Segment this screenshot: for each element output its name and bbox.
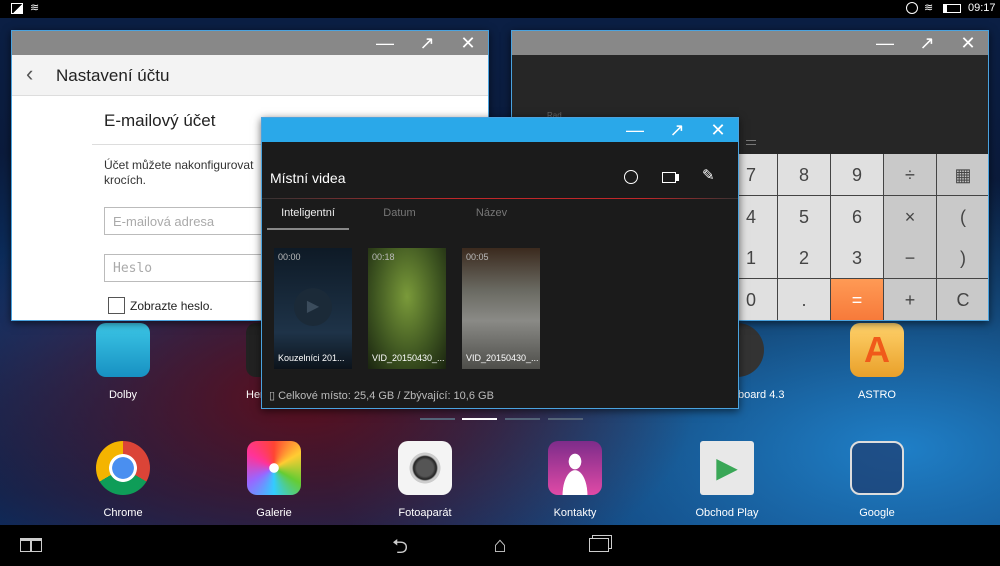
calc-key[interactable]: 8	[778, 154, 831, 196]
calc-key[interactable]: 9	[831, 154, 884, 196]
wifi-icon: ≋	[924, 2, 934, 14]
clock: 09:17	[968, 2, 996, 14]
play-store-icon: ▶	[700, 441, 754, 495]
storage-icon: ▯	[269, 390, 279, 402]
menu-handle-icon[interactable]	[746, 140, 756, 145]
maximize-button[interactable]: ↗	[662, 118, 692, 142]
show-password-label[interactable]: Zobrazte heslo.	[130, 299, 213, 313]
calc-key[interactable]: )	[937, 237, 988, 279]
close-button[interactable]: ✕	[453, 31, 483, 55]
camera-icon	[398, 441, 452, 495]
tab-inteligentni[interactable]: Inteligentní	[267, 199, 349, 230]
edit-icon[interactable]: ✎	[702, 166, 715, 184]
calc-key[interactable]: =	[831, 279, 884, 320]
video-window: — ↗ ✕ Místní videa ✎ Inteligentní Datum …	[261, 117, 739, 409]
page-indicator[interactable]	[548, 418, 583, 420]
calc-key[interactable]: 3	[831, 237, 884, 279]
recent-apps-icon	[589, 538, 609, 552]
calc-key[interactable]: ▦	[937, 154, 988, 196]
close-button[interactable]: ✕	[953, 31, 983, 55]
page-indicator[interactable]	[420, 418, 455, 420]
image-icon	[11, 3, 23, 14]
chrome-icon	[96, 441, 150, 495]
tab-datum[interactable]: Datum	[362, 199, 437, 227]
video-thumbnail[interactable]: ▶ 00:00 Kouzelníci 201...	[274, 248, 352, 369]
calc-key[interactable]: 2	[778, 237, 831, 279]
title-bar[interactable]: — ↗ ✕	[512, 31, 988, 55]
maximize-button[interactable]: ↗	[912, 31, 942, 55]
folder-icon: A	[850, 323, 904, 377]
back-button[interactable]: ⮌	[385, 532, 415, 558]
video-camera-icon[interactable]	[662, 172, 676, 183]
title-bar[interactable]: — ↗ ✕	[262, 118, 738, 142]
folder-icon	[850, 441, 904, 495]
calc-key[interactable]: 6	[831, 196, 884, 238]
battery-icon	[943, 4, 961, 13]
wifi-icon: ≋	[30, 2, 40, 14]
gallery-icon	[247, 441, 301, 495]
video-thumbnail[interactable]: 00:18 VID_20150430_...	[368, 248, 446, 369]
app-chrome[interactable]: Chrome	[73, 441, 173, 519]
app-fotoaparat[interactable]: Fotoaparát	[375, 441, 475, 519]
description: Účet můžete nakonfigurovat krocích.	[104, 158, 254, 187]
header: ‹ Nastavení účtu	[12, 55, 488, 96]
play-icon: ▶	[294, 288, 332, 326]
app-kontakty[interactable]: Kontakty	[525, 441, 625, 519]
multiwindow-button[interactable]	[18, 532, 48, 556]
app-dolby[interactable]: Dolby	[73, 323, 173, 401]
app-title: Místní videa	[270, 170, 346, 186]
storage-info: ▯ Celkové místo: 25,4 GB / Zbývající: 10…	[269, 390, 494, 402]
page-title: Nastavení účtu	[56, 66, 170, 85]
split-window-icon	[20, 538, 42, 552]
search-icon[interactable]	[624, 170, 638, 184]
recent-apps-button[interactable]	[585, 532, 615, 556]
calc-key[interactable]: +	[884, 279, 937, 320]
calc-key[interactable]: 5	[778, 196, 831, 238]
calc-key[interactable]: C	[937, 279, 988, 320]
home-button[interactable]: ⌂	[485, 532, 515, 557]
contacts-icon	[548, 441, 602, 495]
show-password-checkbox[interactable]	[108, 297, 125, 314]
dolby-icon	[96, 323, 150, 377]
section-title: E-mailový účet	[104, 111, 216, 130]
app-obchod-play[interactable]: ▶ Obchod Play	[677, 441, 777, 519]
back-icon: ⮌	[391, 536, 409, 558]
app-galerie[interactable]: Galerie	[224, 441, 324, 519]
minimize-button[interactable]: —	[620, 118, 650, 142]
tab-nazev[interactable]: Název	[454, 199, 529, 227]
status-bar: ≋ ≋ 09:17	[0, 0, 1000, 18]
minimize-button[interactable]: —	[870, 31, 900, 55]
calc-key[interactable]: (	[937, 196, 988, 238]
calc-key[interactable]: ÷	[884, 154, 937, 196]
app-google-folder[interactable]: Google	[827, 441, 927, 519]
video-thumbnail[interactable]: 00:05 VID_20150430_...	[462, 248, 540, 369]
sync-icon	[906, 2, 918, 14]
back-icon[interactable]: ‹	[26, 61, 33, 87]
calc-key[interactable]: ×	[884, 196, 937, 238]
maximize-button[interactable]: ↗	[412, 31, 442, 55]
page-indicator[interactable]	[505, 418, 540, 420]
close-button[interactable]: ✕	[703, 118, 733, 142]
calc-key[interactable]: .	[778, 279, 831, 320]
home-icon: ⌂	[493, 532, 507, 557]
app-astro[interactable]: A ASTRO	[827, 323, 927, 401]
minimize-button[interactable]: —	[370, 31, 400, 55]
page-indicator-active[interactable]	[462, 418, 497, 420]
calc-key[interactable]: −	[884, 237, 937, 279]
title-bar[interactable]: — ↗ ✕	[12, 31, 488, 55]
